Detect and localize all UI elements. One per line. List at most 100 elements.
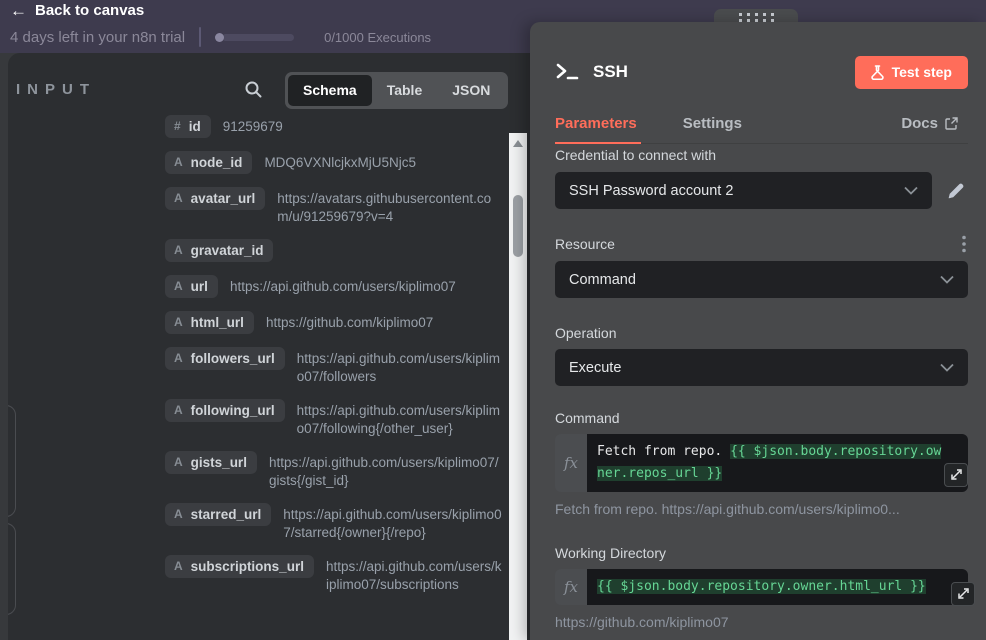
schema-field-value: https://github.com/kiplimo07 [266, 311, 502, 332]
schema-row-node_id: Anode_id MDQ6VXNlcjkxMjU5Njc5 [165, 151, 502, 174]
credential-value: SSH Password account 2 [569, 183, 904, 199]
command-expression-editor[interactable]: fx Fetch from repo. {{ $json.body.reposi… [555, 434, 968, 492]
command-code-area[interactable]: Fetch from repo. {{ $json.body.repositor… [587, 434, 968, 492]
back-to-canvas-button[interactable]: ← Back to canvas [10, 2, 144, 19]
working-directory-label: Working Directory [555, 543, 968, 563]
node-tabs: Parameters Settings Docs [555, 108, 968, 144]
schema-field-badge[interactable]: Astarred_url [165, 503, 271, 526]
working-directory-code-area[interactable]: {{ $json.body.repository.owner.html_url … [587, 569, 968, 605]
schema-field-value: MDQ6VXNlcjkxMjU5Njc5 [264, 151, 502, 172]
scrollbar-up-arrow-icon[interactable] [513, 140, 523, 147]
input-view-tabs: SchemaTableJSON [285, 72, 508, 109]
command-label: Command [555, 408, 968, 428]
schema-row-url: Aurl https://api.github.com/users/kiplimo… [165, 275, 502, 298]
chevron-down-icon [940, 275, 954, 284]
string-type-icon: A [174, 402, 183, 419]
string-type-icon: A [174, 350, 183, 367]
string-type-icon: A [174, 190, 183, 207]
schema-field-badge[interactable]: Asubscriptions_url [165, 555, 314, 578]
schema-field-badge[interactable]: #id [165, 115, 211, 138]
string-type-icon: A [174, 314, 183, 331]
string-type-icon: A [174, 278, 183, 295]
schema-row-followers_url: Afollowers_url https://api.github.com/use… [165, 347, 502, 386]
schema-field-name: id [189, 118, 201, 135]
working-directory-expression-editor[interactable]: fx {{ $json.body.repository.owner.html_u… [555, 569, 968, 605]
operation-value: Execute [569, 360, 940, 376]
schema-field-name: node_id [191, 154, 243, 171]
schema-field-badge[interactable]: Afollowing_url [165, 399, 285, 422]
working-directory-result-preview: https://github.com/kiplimo07 [555, 614, 968, 630]
schema-field-name: gravatar_id [191, 242, 264, 259]
string-type-icon: A [174, 154, 183, 171]
executions-progress-bar [215, 33, 294, 42]
operation-select[interactable]: Execute [555, 349, 968, 386]
schema-field-badge[interactable]: Aurl [165, 275, 218, 298]
scrollbar-thumb[interactable] [513, 195, 523, 257]
node-title: SSH [593, 62, 628, 82]
back-arrow-icon: ← [10, 2, 27, 19]
node-parameters-form: Credential to connect with SSH Password … [555, 145, 968, 640]
schema-field-badge[interactable]: Afollowers_url [165, 347, 285, 370]
executions-count-text: 0/1000 Executions [324, 30, 431, 45]
schema-field-value: https://api.github.com/users/kiplimo07 [230, 275, 502, 296]
string-type-icon: A [174, 558, 183, 575]
test-step-button[interactable]: Test step [855, 56, 968, 89]
schema-field-value: https://api.github.com/users/kiplimo07/s… [283, 503, 502, 542]
terminal-icon [555, 61, 581, 83]
node-detail-panel: SSH Test step Parameters Settings Docs C… [530, 22, 986, 640]
working-directory-expression: {{ $json.body.repository.owner.html_url … [597, 579, 926, 594]
docs-label: Docs [901, 115, 938, 132]
schema-field-value: https://avatars.githubusercontent.com/u/… [277, 187, 502, 226]
string-type-icon: A [174, 506, 183, 523]
trial-days-left-text: 4 days left in your n8n trial [10, 29, 185, 46]
schema-field-value: https://api.github.com/users/kiplimo07/f… [297, 399, 502, 438]
schema-row-following_url: Afollowing_url https://api.github.com/use… [165, 399, 502, 438]
fx-icon: fx [555, 434, 587, 492]
search-icon[interactable] [240, 76, 266, 102]
expand-editor-button[interactable] [951, 582, 975, 606]
schema-row-starred_url: Astarred_url https://api.github.com/users… [165, 503, 502, 542]
schema-field-name: starred_url [191, 506, 262, 523]
tab-docs[interactable]: Docs [901, 115, 968, 144]
input-panel: INPUT SchemaTableJSON #id 91259679 Anode_i… [8, 53, 530, 640]
schema-field-badge[interactable]: Aavatar_url [165, 187, 265, 210]
expand-icon [949, 468, 963, 482]
resource-value: Command [569, 272, 940, 288]
input-tab-json[interactable]: JSON [437, 75, 505, 106]
resource-select[interactable]: Command [555, 261, 968, 298]
edge-panel-stub [8, 405, 16, 517]
credential-select[interactable]: SSH Password account 2 [555, 172, 932, 209]
credential-label: Credential to connect with [555, 145, 968, 165]
edit-credential-button[interactable] [944, 179, 968, 203]
input-panel-title: INPUT [16, 81, 96, 98]
expand-editor-button[interactable] [944, 463, 968, 487]
input-tab-table[interactable]: Table [372, 75, 438, 106]
schema-field-badge[interactable]: Agists_url [165, 451, 257, 474]
schema-field-value: 91259679 [223, 115, 502, 136]
schema-field-badge[interactable]: Anode_id [165, 151, 252, 174]
test-step-label: Test step [892, 64, 952, 80]
schema-field-name: gists_url [191, 454, 247, 471]
input-panel-scrollbar[interactable] [509, 133, 527, 640]
schema-field-name: url [191, 278, 208, 295]
schema-field-name: html_url [191, 314, 244, 331]
schema-field-badge[interactable]: Agravatar_id [165, 239, 273, 262]
resource-options-kebab-icon[interactable] [960, 233, 968, 255]
drag-dots-icon [739, 13, 774, 22]
operation-label: Operation [555, 323, 968, 343]
fx-icon: fx [555, 569, 587, 605]
schema-row-html_url: Ahtml_url https://github.com/kiplimo07 [165, 311, 502, 334]
tab-parameters[interactable]: Parameters [555, 115, 647, 144]
schema-row-gravatar_id: Agravatar_id [165, 239, 502, 262]
schema-row-id: #id 91259679 [165, 115, 502, 138]
input-tab-schema[interactable]: Schema [288, 75, 372, 106]
command-plain-text: Fetch from repo. [597, 444, 730, 459]
schema-field-badge[interactable]: Ahtml_url [165, 311, 254, 334]
edge-panel-stub [8, 523, 16, 615]
tab-settings[interactable]: Settings [683, 115, 752, 144]
schema-field-name: subscriptions_url [191, 558, 304, 575]
schema-field-value: https://api.github.com/users/kiplimo07/f… [297, 347, 502, 386]
string-type-icon: A [174, 454, 183, 471]
schema-field-name: avatar_url [191, 190, 256, 207]
pencil-icon [946, 181, 966, 201]
